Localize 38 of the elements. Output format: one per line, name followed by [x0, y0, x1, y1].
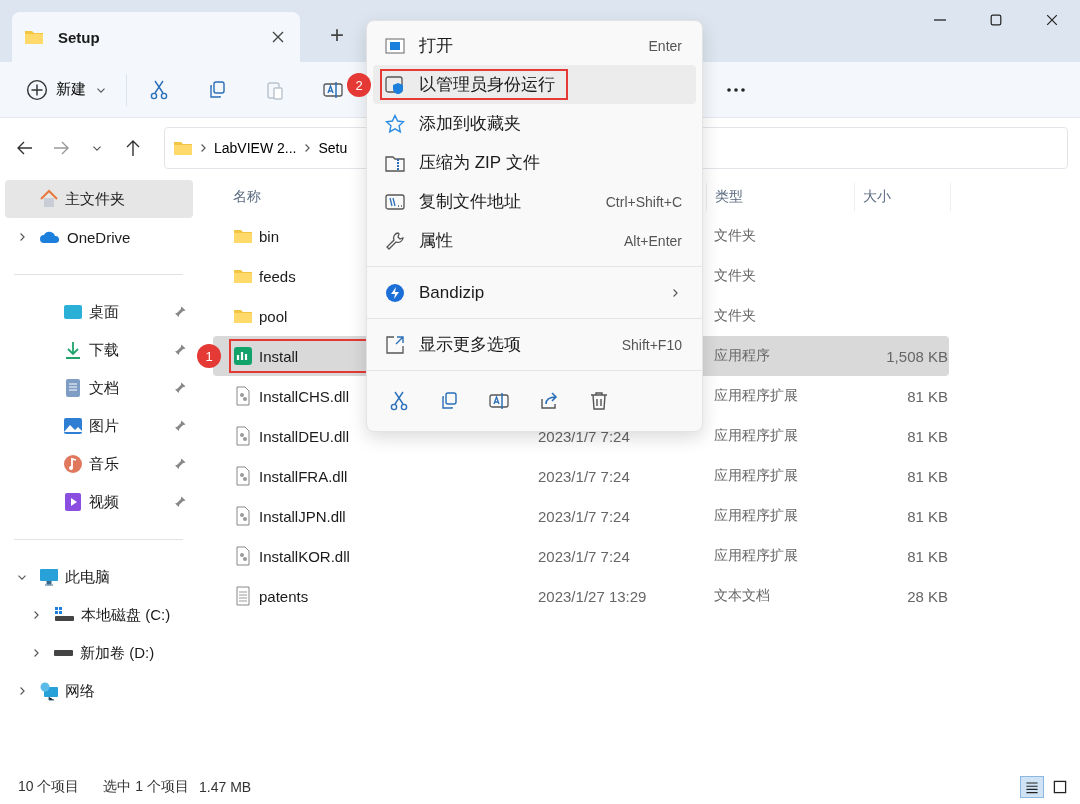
- size-cell-text: 1,508 KB: [885, 347, 948, 365]
- type-cell-text: 应用程序扩展: [713, 427, 799, 445]
- date-cell-text: 2023/1/27 13:29: [537, 587, 648, 605]
- selection-count: 选中 1 个项目: [103, 778, 190, 796]
- type-cell-text: 文件夹: [713, 267, 757, 285]
- date-cell-text: 2023/1/7 7:24: [537, 507, 631, 525]
- type-cell-text: 应用程序扩展: [713, 507, 799, 525]
- tab-title: Setup: [58, 28, 101, 46]
- date-cell-text: 2023/1/7 7:24: [537, 467, 631, 485]
- step-badge: 1: [197, 344, 221, 368]
- file-name: InstallCHS.dll: [259, 387, 350, 405]
- selection-size: 1.47 MB: [199, 779, 252, 795]
- item-count: 10 个项目: [18, 778, 80, 796]
- file-name: pool: [259, 307, 288, 325]
- file-name: InstallFRA.dll: [259, 467, 348, 485]
- file-name: InstallJPN.dll: [259, 507, 346, 525]
- size-cell-text: 81 KB: [906, 467, 948, 485]
- type-cell-text: 应用程序: [713, 347, 771, 365]
- type-cell-text: 文件夹: [713, 307, 757, 325]
- type-cell-text: 文件夹: [713, 227, 757, 245]
- step-badge: 2: [347, 73, 371, 97]
- date-cell-text: 2023/1/7 7:24: [537, 427, 631, 445]
- size-cell-text: 81 KB: [906, 547, 948, 565]
- type-cell-text: 文本文档: [713, 587, 771, 605]
- type-cell-text: 应用程序扩展: [713, 387, 799, 405]
- file-name: patents: [259, 587, 309, 605]
- size-cell-text: 28 KB: [906, 587, 948, 605]
- type-cell-text: 应用程序扩展: [713, 467, 799, 485]
- type-cell-text: 应用程序扩展: [713, 547, 799, 565]
- date-cell-text: 2023/1/7 7:24: [537, 547, 631, 565]
- file-name: InstallDEU.dll: [259, 427, 350, 445]
- size-cell-text: 81 KB: [906, 507, 948, 525]
- size-cell-text: 81 KB: [906, 427, 948, 445]
- file-name: InstallKOR.dll: [259, 547, 350, 565]
- file-name: bin: [259, 227, 280, 245]
- file-name: feeds: [259, 267, 296, 285]
- size-cell-text: 81 KB: [906, 387, 948, 405]
- file-name: Install: [259, 347, 299, 365]
